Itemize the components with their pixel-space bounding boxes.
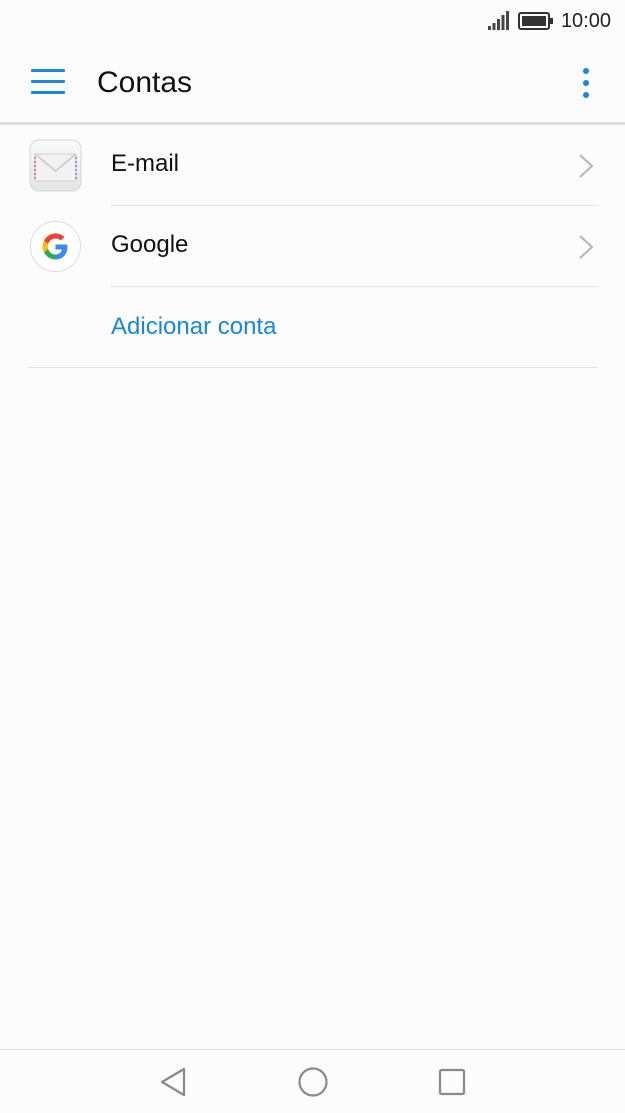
account-row-google[interactable]: Google	[0, 206, 625, 287]
app-bar: Contas	[0, 44, 625, 125]
back-icon[interactable]	[158, 1066, 188, 1098]
status-bar: 10:00	[0, 0, 625, 44]
more-vert-icon[interactable]	[574, 64, 598, 104]
recents-icon[interactable]	[437, 1066, 467, 1098]
signal-icon	[488, 11, 509, 30]
add-account-button[interactable]: Adicionar conta	[111, 313, 276, 341]
page-title: Contas	[97, 66, 193, 99]
home-icon[interactable]	[297, 1066, 329, 1098]
status-time: 10:00	[560, 10, 611, 32]
chevron-right-icon	[579, 235, 594, 259]
account-row-email[interactable]: E-mail	[0, 125, 625, 206]
account-label-email: E-mail	[111, 150, 180, 177]
account-label-google: Google	[111, 231, 189, 258]
hamburger-menu-icon[interactable]	[31, 69, 65, 97]
battery-icon	[518, 12, 553, 30]
google-icon	[30, 221, 81, 272]
chevron-right-icon	[579, 154, 594, 178]
divider	[28, 367, 598, 368]
email-envelope-icon	[29, 139, 82, 192]
divider	[111, 286, 598, 287]
navigation-bar	[0, 1049, 625, 1113]
